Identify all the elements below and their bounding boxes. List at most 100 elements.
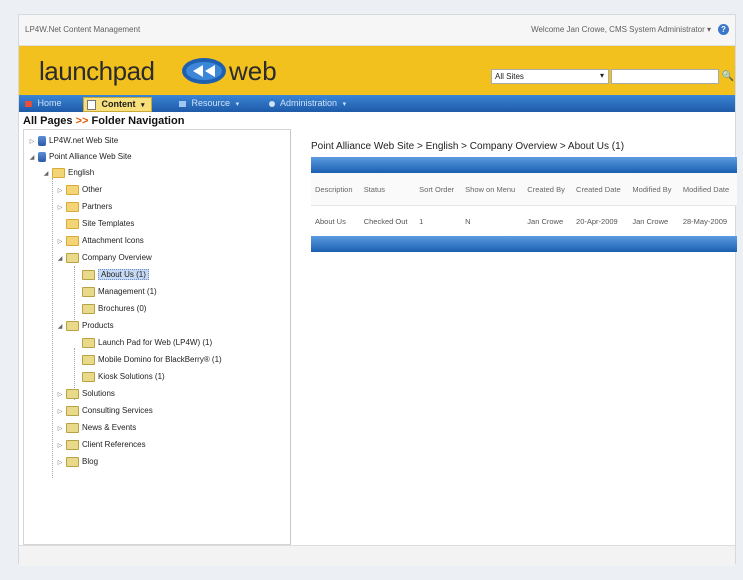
top-bar: LP4W.Net Content Management Welcome Jan … bbox=[19, 15, 735, 46]
column-header[interactable]: Status bbox=[360, 173, 415, 206]
expand-icon[interactable]: ▷ bbox=[56, 235, 64, 249]
expand-icon[interactable]: ▷ bbox=[56, 456, 64, 470]
column-header[interactable]: Created Date bbox=[572, 173, 628, 206]
tree-node[interactable]: ▷ News & Events bbox=[56, 421, 136, 435]
chevron-down-icon: ▾ bbox=[342, 101, 347, 108]
expand-icon[interactable]: ▷ bbox=[28, 135, 36, 149]
tree-node-label: Management (1) bbox=[98, 287, 157, 296]
tree-node-label: Other bbox=[82, 185, 103, 194]
page-title-right: Folder Navigation bbox=[91, 115, 185, 127]
tree-node[interactable]: ▷ Blog bbox=[56, 455, 98, 469]
tree-node-label: Partners bbox=[82, 202, 113, 211]
column-header[interactable]: Created By bbox=[523, 173, 572, 206]
tree-node[interactable]: ▷ Other bbox=[56, 183, 102, 197]
tree-node-selected[interactable]: About Us (1) bbox=[80, 268, 149, 282]
tree-node-label: Kiosk Solutions (1) bbox=[98, 372, 165, 381]
logo[interactable]: launchpad web bbox=[39, 54, 279, 86]
chevron-down-icon: ▾ bbox=[235, 101, 240, 108]
folder-icon bbox=[66, 184, 79, 195]
tree-node[interactable]: Site Templates bbox=[56, 217, 134, 231]
expand-icon[interactable]: ▷ bbox=[56, 439, 64, 453]
column-header[interactable]: Show on Menu bbox=[461, 173, 523, 206]
tree-node[interactable]: Mobile Domino for BlackBerry® (1) bbox=[80, 353, 222, 367]
table-cell: Checked Out bbox=[363, 216, 408, 226]
tree-node[interactable]: ▷ Consulting Services bbox=[56, 404, 153, 418]
folder-icon bbox=[82, 303, 95, 314]
tree-node[interactable]: ▷ LP4W.net Web Site bbox=[28, 134, 118, 148]
expand-icon[interactable]: ▷ bbox=[56, 184, 64, 198]
nav-content[interactable]: Content ▾ bbox=[83, 97, 152, 112]
tree-node[interactable]: ▷ Client References bbox=[56, 438, 146, 452]
logo-text-left: launchpad bbox=[39, 56, 155, 86]
tree-node[interactable]: Kiosk Solutions (1) bbox=[80, 370, 165, 384]
table-cell: About Us bbox=[315, 216, 346, 226]
table-footer-bar bbox=[311, 236, 737, 252]
collapse-icon[interactable]: ◢ bbox=[56, 320, 64, 334]
table-header-row: Description Status Sort Order Show on Me… bbox=[311, 173, 737, 206]
document-icon bbox=[87, 99, 96, 110]
column-header[interactable]: Sort Order bbox=[415, 173, 461, 206]
expand-icon[interactable]: ▷ bbox=[56, 422, 64, 436]
folder-icon bbox=[66, 456, 79, 467]
tree-node-label: Mobile Domino for BlackBerry® (1) bbox=[98, 355, 222, 364]
tree-node[interactable]: ◢ Products bbox=[56, 319, 114, 333]
logo-mark-icon bbox=[182, 58, 226, 84]
help-icon[interactable]: ? bbox=[718, 24, 729, 35]
breadcrumb: Point Alliance Web Site > English > Comp… bbox=[311, 141, 625, 152]
folder-tree: ▷ LP4W.net Web Site ◢ Point Alliance Web S… bbox=[23, 129, 291, 545]
tree-node[interactable]: ◢ Company Overview bbox=[56, 251, 152, 265]
tree-node-label: Company Overview bbox=[82, 253, 152, 262]
gear-icon bbox=[269, 100, 275, 107]
tree-connector bbox=[52, 178, 53, 478]
expand-icon[interactable]: ▷ bbox=[56, 201, 64, 215]
tree-node-label: LP4W.net Web Site bbox=[49, 136, 119, 145]
search-input[interactable] bbox=[611, 69, 719, 84]
table-row[interactable]: About Us Checked Out 1 N Jan Crowe 20-Ap… bbox=[311, 205, 737, 237]
expand-icon[interactable]: ▷ bbox=[56, 388, 64, 402]
home-icon bbox=[25, 100, 32, 107]
tree-node[interactable]: ▷ Attachment Icons bbox=[56, 234, 144, 248]
column-header[interactable]: Modified Date bbox=[679, 173, 737, 206]
column-header[interactable]: Modified By bbox=[628, 173, 679, 206]
column-header[interactable]: Description bbox=[311, 173, 360, 206]
folder-icon bbox=[82, 354, 95, 365]
tree-node[interactable]: ▷ Partners bbox=[56, 200, 112, 214]
tree-node[interactable]: ◢ Point Alliance Web Site bbox=[28, 150, 132, 164]
nav-administration[interactable]: Administration ▾ bbox=[269, 97, 346, 110]
site-select[interactable]: All Sites ▾ bbox=[491, 69, 609, 84]
status-bar bbox=[19, 545, 735, 566]
folder-icon bbox=[66, 218, 79, 229]
nav-home[interactable]: Home bbox=[25, 97, 62, 110]
page-title: All Pages >> Folder Navigation bbox=[23, 115, 184, 127]
pages-table: Description Status Sort Order Show on Me… bbox=[311, 157, 737, 252]
folder-icon bbox=[66, 235, 79, 246]
app-title: LP4W.Net Content Management bbox=[25, 25, 141, 34]
search-icon[interactable]: 🔍 bbox=[721, 69, 735, 84]
folder-icon bbox=[82, 371, 95, 382]
table-cell: 28-May-2009 bbox=[682, 216, 728, 226]
header-banner: launchpad web All Sites ▾ 🔍 bbox=[19, 46, 735, 95]
main-nav: Home Content ▾ Resource ▾ Administration… bbox=[19, 95, 735, 112]
tree-node[interactable]: ▷ Solutions bbox=[56, 387, 115, 401]
page-title-separator: >> bbox=[75, 115, 89, 127]
nav-resource[interactable]: Resource ▾ bbox=[179, 97, 239, 110]
resource-icon bbox=[179, 100, 186, 107]
tree-node-label: Products bbox=[82, 321, 114, 330]
site-select-value: All Sites bbox=[495, 72, 524, 81]
folder-icon bbox=[82, 269, 95, 280]
tree-node-label: Client References bbox=[82, 440, 146, 449]
tree-node[interactable]: ◢ English bbox=[42, 166, 94, 180]
tree-node[interactable]: Brochures (0) bbox=[80, 302, 146, 316]
table-cell: Jan Crowe bbox=[632, 216, 669, 226]
expand-icon[interactable]: ▷ bbox=[56, 405, 64, 419]
tree-node-label: Solutions bbox=[82, 389, 115, 398]
collapse-icon[interactable]: ◢ bbox=[56, 252, 64, 266]
user-menu[interactable]: Welcome Jan Crowe, CMS System Administra… bbox=[531, 25, 711, 34]
tree-node[interactable]: Launch Pad for Web (LP4W) (1) bbox=[80, 336, 212, 350]
chevron-down-icon: ▾ bbox=[599, 71, 604, 80]
collapse-icon[interactable]: ◢ bbox=[28, 151, 36, 165]
folder-icon bbox=[82, 286, 95, 297]
tree-node[interactable]: Management (1) bbox=[80, 285, 157, 299]
collapse-icon[interactable]: ◢ bbox=[42, 167, 50, 181]
site-icon bbox=[38, 135, 46, 146]
